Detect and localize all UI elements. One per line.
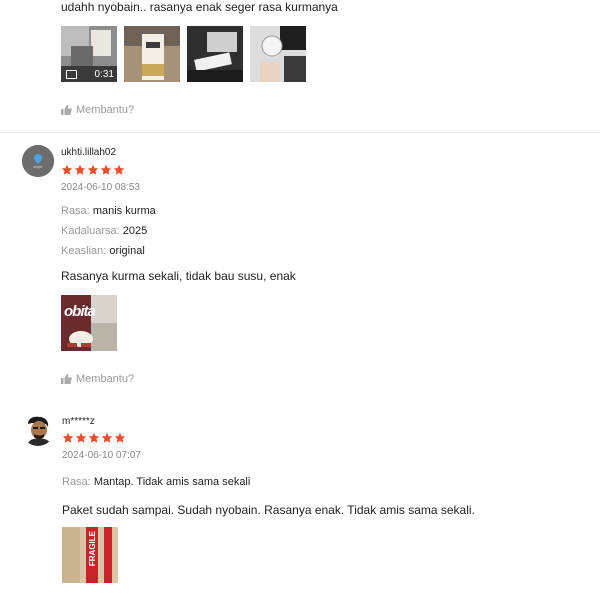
detail-value: 2025 [122, 225, 148, 237]
star-icon [75, 432, 87, 443]
star-icon [88, 432, 100, 443]
star-icon [113, 164, 125, 175]
video-camera-icon [66, 70, 77, 79]
review-image-thumbnail[interactable] [124, 26, 180, 82]
product-sachet-image [187, 26, 243, 82]
review-video-thumbnail[interactable]: 0:31 [61, 26, 117, 82]
star-icon [61, 164, 73, 175]
star-icon [87, 164, 99, 175]
user-avatar-image [22, 414, 54, 446]
avatar[interactable]: shpe [22, 145, 54, 177]
star-rating [62, 432, 126, 444]
helpful-label: Membantu? [76, 373, 135, 385]
star-icon [114, 432, 126, 443]
detail-value: Mantap. Tidak amis sama sekali [93, 476, 251, 488]
review-text: udahh nyobain.. rasanya enak seger rasa … [61, 0, 338, 14]
fragile-text: FRAGILE [88, 531, 97, 567]
star-icon [74, 164, 86, 175]
review-image-thumbnail[interactable]: obita [61, 295, 117, 351]
star-icon [101, 432, 113, 443]
review-divider [0, 132, 600, 133]
detail-label: Rasa: [62, 476, 91, 488]
helpful-label: Membantu? [76, 104, 135, 116]
star-icon [62, 432, 74, 443]
product-pouring-image [250, 26, 306, 82]
detail-kadaluarsa: Kadaluarsa: 2025 [61, 225, 147, 237]
reviewer-username: m*****z [62, 416, 95, 427]
review-image-thumbnail[interactable] [250, 26, 306, 82]
default-avatar-icon [22, 145, 54, 177]
review-image-thumbnail[interactable] [187, 26, 243, 82]
review-text: Rasanya kurma sekali, tidak bau susu, en… [61, 269, 296, 283]
review-date: 2024-06-10 08:53 [61, 182, 140, 193]
detail-label: Rasa: [61, 205, 90, 217]
helpful-button[interactable]: Membantu? [61, 104, 134, 116]
reviewer-username: ukhti.lillah02 [61, 147, 117, 158]
detail-keaslian: Keaslian: original [61, 245, 145, 257]
detail-value: original [109, 245, 145, 257]
avatar-caption: shpe [33, 164, 43, 169]
product-box-image [124, 26, 180, 82]
star-rating [61, 164, 125, 176]
review-image-thumbnail[interactable]: FRAGILE [62, 527, 118, 583]
detail-label: Keaslian: [61, 245, 107, 257]
star-icon [100, 164, 112, 175]
thumbs-up-icon [61, 105, 72, 115]
review-date: 2024-06-10 07:07 [62, 450, 141, 461]
detail-rasa: Rasa: manis kurma [61, 205, 156, 217]
detail-rasa: Rasa: Mantap. Tidak amis sama sekali [62, 476, 250, 488]
detail-label: Kadaluarsa: [61, 225, 120, 237]
product-brand-text: obita [64, 303, 96, 320]
review-text: Paket sudah sampai. Sudah nyobain. Rasan… [62, 503, 475, 517]
thumbs-up-icon [61, 374, 72, 384]
detail-value: manis kurma [92, 205, 156, 217]
helpful-button[interactable]: Membantu? [61, 373, 134, 385]
video-duration: 0:31 [94, 69, 114, 80]
avatar[interactable] [22, 414, 54, 446]
